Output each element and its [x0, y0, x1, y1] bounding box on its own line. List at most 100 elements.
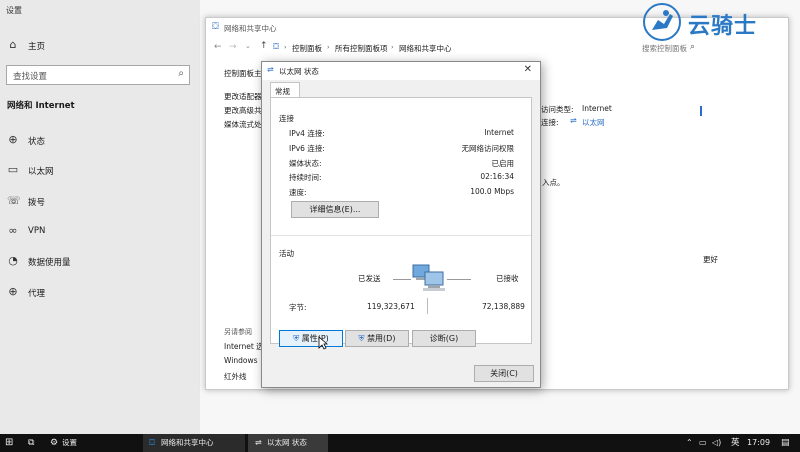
- dialog-tab-panel: 连接 IPv4 连接: Internet IPv6 连接: 无网络访问权限 媒体…: [270, 97, 532, 344]
- globe-icon: ⊕: [8, 133, 18, 146]
- vpn-icon: ∞: [8, 224, 18, 237]
- dialog-tabstrip: 常规: [270, 82, 530, 99]
- nav-status-label: 状态: [28, 137, 46, 147]
- nav-status[interactable]: ⊕ 状态: [0, 131, 200, 151]
- proxy-globe-icon: ⊕: [8, 285, 18, 298]
- bytes-label: 字节:: [289, 303, 307, 312]
- nav-data-usage[interactable]: ◔ 数据使用量: [0, 252, 200, 272]
- ipv4-value: Internet: [484, 128, 514, 137]
- details-button[interactable]: 详细信息(E)...: [291, 201, 379, 218]
- cp-sidebar-link-media[interactable]: 媒体流式处: [224, 119, 262, 130]
- section-heading: 网络和 Internet: [7, 101, 75, 111]
- breadcrumb-network-center[interactable]: 网络和共享中心: [399, 43, 452, 54]
- taskbar: ⊞ ⧉ ⚙ 设置 ⛋ 网络和共享中心 ⇌ 以太网 状态 ⌃ ▭ ◁) 英 17:…: [0, 434, 800, 452]
- access-type-label: 访问类型:: [541, 105, 574, 114]
- nav-vpn-label: VPN: [28, 226, 46, 236]
- nav-proxy[interactable]: ⊕ 代理: [0, 283, 200, 303]
- start-windows-icon[interactable]: ⊞: [5, 434, 13, 452]
- bytes-divider: [427, 298, 428, 314]
- back-arrow-icon[interactable]: ←: [214, 42, 222, 52]
- settings-window-title: 设置: [6, 6, 22, 15]
- received-line: [447, 279, 471, 280]
- data-usage-icon: ◔: [8, 254, 18, 267]
- media-state-label: 媒体状态:: [289, 159, 322, 168]
- ethernet-icon: ⇌: [267, 65, 274, 74]
- settings-search-input[interactable]: 查找设置 ⌕: [6, 65, 190, 85]
- ime-indicator[interactable]: 英: [731, 434, 740, 452]
- nav-home-label: 主页: [28, 42, 46, 52]
- watermark-text: 云骑士: [688, 14, 758, 39]
- ethernet-status-dialog: ⇌ 以太网 状态 ✕ 常规 连接 IPv4 连接: Internet IPv6 …: [261, 61, 541, 388]
- properties-button[interactable]: ⛨ 属性(P): [279, 330, 343, 347]
- ethernet-app-icon: ⇌: [255, 438, 262, 447]
- activity-section-heading: 活动: [279, 249, 294, 258]
- bytes-received-value: 72,138,889: [482, 302, 525, 311]
- mouse-pointer-icon: [318, 336, 328, 350]
- clock[interactable]: 17:09: [747, 434, 770, 452]
- taskbar-app-network-center[interactable]: 网络和共享中心: [161, 434, 214, 452]
- nav-vpn[interactable]: ∞ VPN: [0, 222, 200, 242]
- recent-dropdown-icon[interactable]: ⌄: [245, 42, 251, 50]
- close-icon[interactable]: ✕: [524, 64, 532, 75]
- breadcrumb-all-items[interactable]: 所有控制面板项: [335, 43, 388, 54]
- cp-sidebar-link-advanced[interactable]: 更改高级共: [224, 105, 262, 116]
- breadcrumb-control-panel[interactable]: 控制面板: [292, 43, 322, 54]
- cp-sidebar-link-adapter[interactable]: 更改适配器: [224, 91, 262, 102]
- search-icon: ⌕: [178, 68, 184, 79]
- ethernet-icon: ▭: [7, 163, 19, 176]
- disable-button-label: 禁用(D): [367, 334, 396, 343]
- close-button[interactable]: 关闭(C): [474, 365, 534, 382]
- see-also-internet-options[interactable]: Internet 选: [224, 341, 264, 352]
- up-arrow-icon[interactable]: ↑: [260, 41, 268, 51]
- taskbar-app-ethernet-status[interactable]: 以太网 状态: [267, 434, 307, 452]
- sent-label: 已发送: [358, 274, 381, 283]
- diagnose-button[interactable]: 诊断(G): [412, 330, 476, 347]
- connection-label: 连接:: [541, 118, 559, 127]
- cp-search-placeholder[interactable]: 搜索控制面板: [642, 43, 687, 54]
- disable-button[interactable]: ⛨ 禁用(D): [345, 330, 409, 347]
- chevron-up-icon[interactable]: ⌃: [686, 434, 693, 452]
- home-icon: ⌂: [9, 38, 17, 51]
- dialog-titlebar: ⇌ 以太网 状态 ✕: [262, 62, 540, 80]
- cp-sidebar-home-link[interactable]: 控制面板主: [224, 68, 262, 79]
- scroll-indicator: [700, 106, 702, 116]
- nav-data-usage-label: 数据使用量: [28, 258, 71, 268]
- see-also-infrared[interactable]: 红外线: [224, 371, 247, 382]
- cp-search-icon[interactable]: ⌕: [690, 42, 695, 52]
- cp-window-title: 网络和共享中心: [224, 24, 277, 33]
- settings-gear-icon[interactable]: ⚙: [50, 434, 58, 452]
- network-center-app-icon: ⛋: [149, 438, 156, 447]
- duration-label: 持续时间:: [289, 173, 322, 182]
- nav-proxy-label: 代理: [28, 289, 46, 299]
- nav-ethernet[interactable]: ▭ 以太网: [0, 161, 200, 181]
- ipv4-label: IPv4 连接:: [289, 129, 325, 138]
- nav-home[interactable]: ⌂ 主页: [0, 36, 200, 56]
- tab-general-label: 常规: [275, 87, 290, 96]
- access-type-value: Internet: [582, 104, 612, 113]
- ipv6-value: 无网络访问权限: [461, 144, 515, 153]
- see-also-heading: 另请参阅: [224, 328, 252, 336]
- breadcrumb-separator-icon: ›: [327, 43, 330, 51]
- network-tray-icon[interactable]: ▭: [699, 434, 707, 452]
- duration-value: 02:16:34: [480, 172, 514, 181]
- sent-line: [393, 279, 411, 280]
- volume-icon[interactable]: ◁): [712, 434, 721, 452]
- network-center-icon: ⛋: [212, 22, 219, 32]
- settings-search-placeholder: 查找设置: [13, 72, 48, 82]
- see-also-windows-firewall[interactable]: Windows: [224, 356, 257, 365]
- cp-navigation-bar: ← → ⌄ ↑ ⛋ › 控制面板 › 所有控制面板项 › 网络和共享中心 搜索控…: [206, 40, 788, 56]
- partial-text-1: 入点。: [542, 178, 565, 187]
- forward-arrow-icon[interactable]: →: [229, 42, 237, 52]
- shield-icon: ⛨: [293, 334, 300, 343]
- section-divider: [271, 235, 531, 236]
- dialup-icon: ☏: [7, 194, 21, 207]
- task-view-icon[interactable]: ⧉: [28, 434, 34, 452]
- notification-icon[interactable]: ▤: [781, 434, 790, 452]
- ethernet-connection-link[interactable]: 以太网: [582, 117, 605, 128]
- settings-sidebar: 设置 ⌂ 主页 查找设置 ⌕ 网络和 Internet ⊕ 状态 ▭ 以太网 ☏…: [0, 0, 200, 434]
- taskbar-app-settings[interactable]: 设置: [62, 434, 77, 452]
- nav-dialup[interactable]: ☏ 拨号: [0, 192, 200, 212]
- knight-logo-icon: [643, 3, 681, 41]
- bytes-sent-value: 119,323,671: [367, 302, 415, 311]
- breadcrumb-separator-icon: ›: [391, 43, 394, 51]
